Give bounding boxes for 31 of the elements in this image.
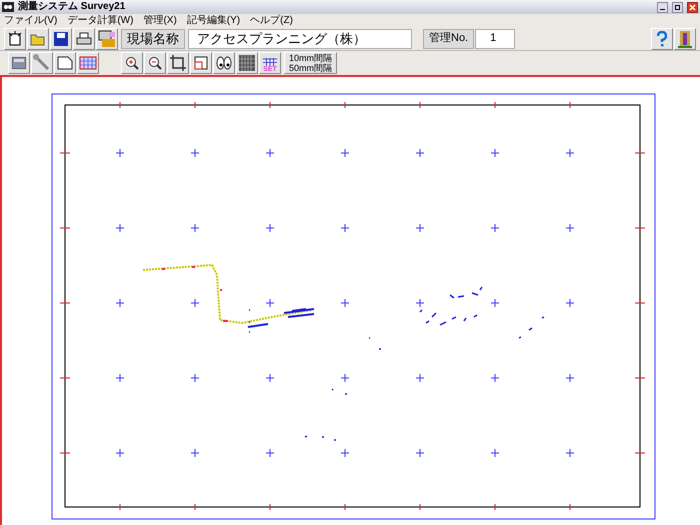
window-title: 測量システム Survey21 — [18, 2, 126, 12]
menu-item[interactable]: ファイル(V) — [4, 16, 58, 26]
management-no-label: 管理No. — [423, 28, 474, 48]
dxf-file-icon[interactable] — [96, 28, 118, 50]
maximize-button[interactable] — [672, 2, 683, 12]
menu-item[interactable]: 記号編集(Y) — [186, 16, 240, 26]
close-button[interactable] — [687, 2, 698, 12]
page-icon[interactable] — [54, 52, 76, 74]
zoom-out-icon[interactable] — [144, 52, 166, 74]
help-icon[interactable] — [651, 28, 673, 50]
menu-item[interactable]: 管理(X) — [143, 16, 177, 26]
menu-item[interactable]: データ計算(W) — [67, 16, 134, 26]
exit-door-icon[interactable] — [674, 28, 696, 50]
new-page-icon[interactable] — [4, 28, 26, 50]
printer-icon[interactable] — [73, 28, 95, 50]
management-no-field[interactable]: 1 — [475, 28, 516, 48]
interval-button[interactable]: 10mm間隔 50mm間隔 — [284, 52, 338, 74]
app-icon — [2, 2, 14, 12]
menu-item[interactable]: ヘルプ(Z) — [250, 16, 293, 26]
folder-icon[interactable] — [27, 28, 49, 50]
save-icon[interactable] — [50, 28, 72, 50]
grid-icon[interactable] — [236, 52, 258, 74]
site-name-label: 現場名称 — [121, 28, 185, 48]
crop-frame-icon[interactable] — [167, 52, 189, 74]
site-name-field[interactable]: アクセスプランニング（株） — [188, 28, 412, 48]
square-icon[interactable] — [190, 52, 212, 74]
grid-frame-icon[interactable] — [77, 52, 99, 74]
grid-lines-icon — [262, 58, 278, 66]
eyes-icon[interactable] — [213, 52, 235, 74]
minimize-button[interactable] — [657, 2, 668, 12]
zoom-in-icon[interactable] — [121, 52, 143, 74]
